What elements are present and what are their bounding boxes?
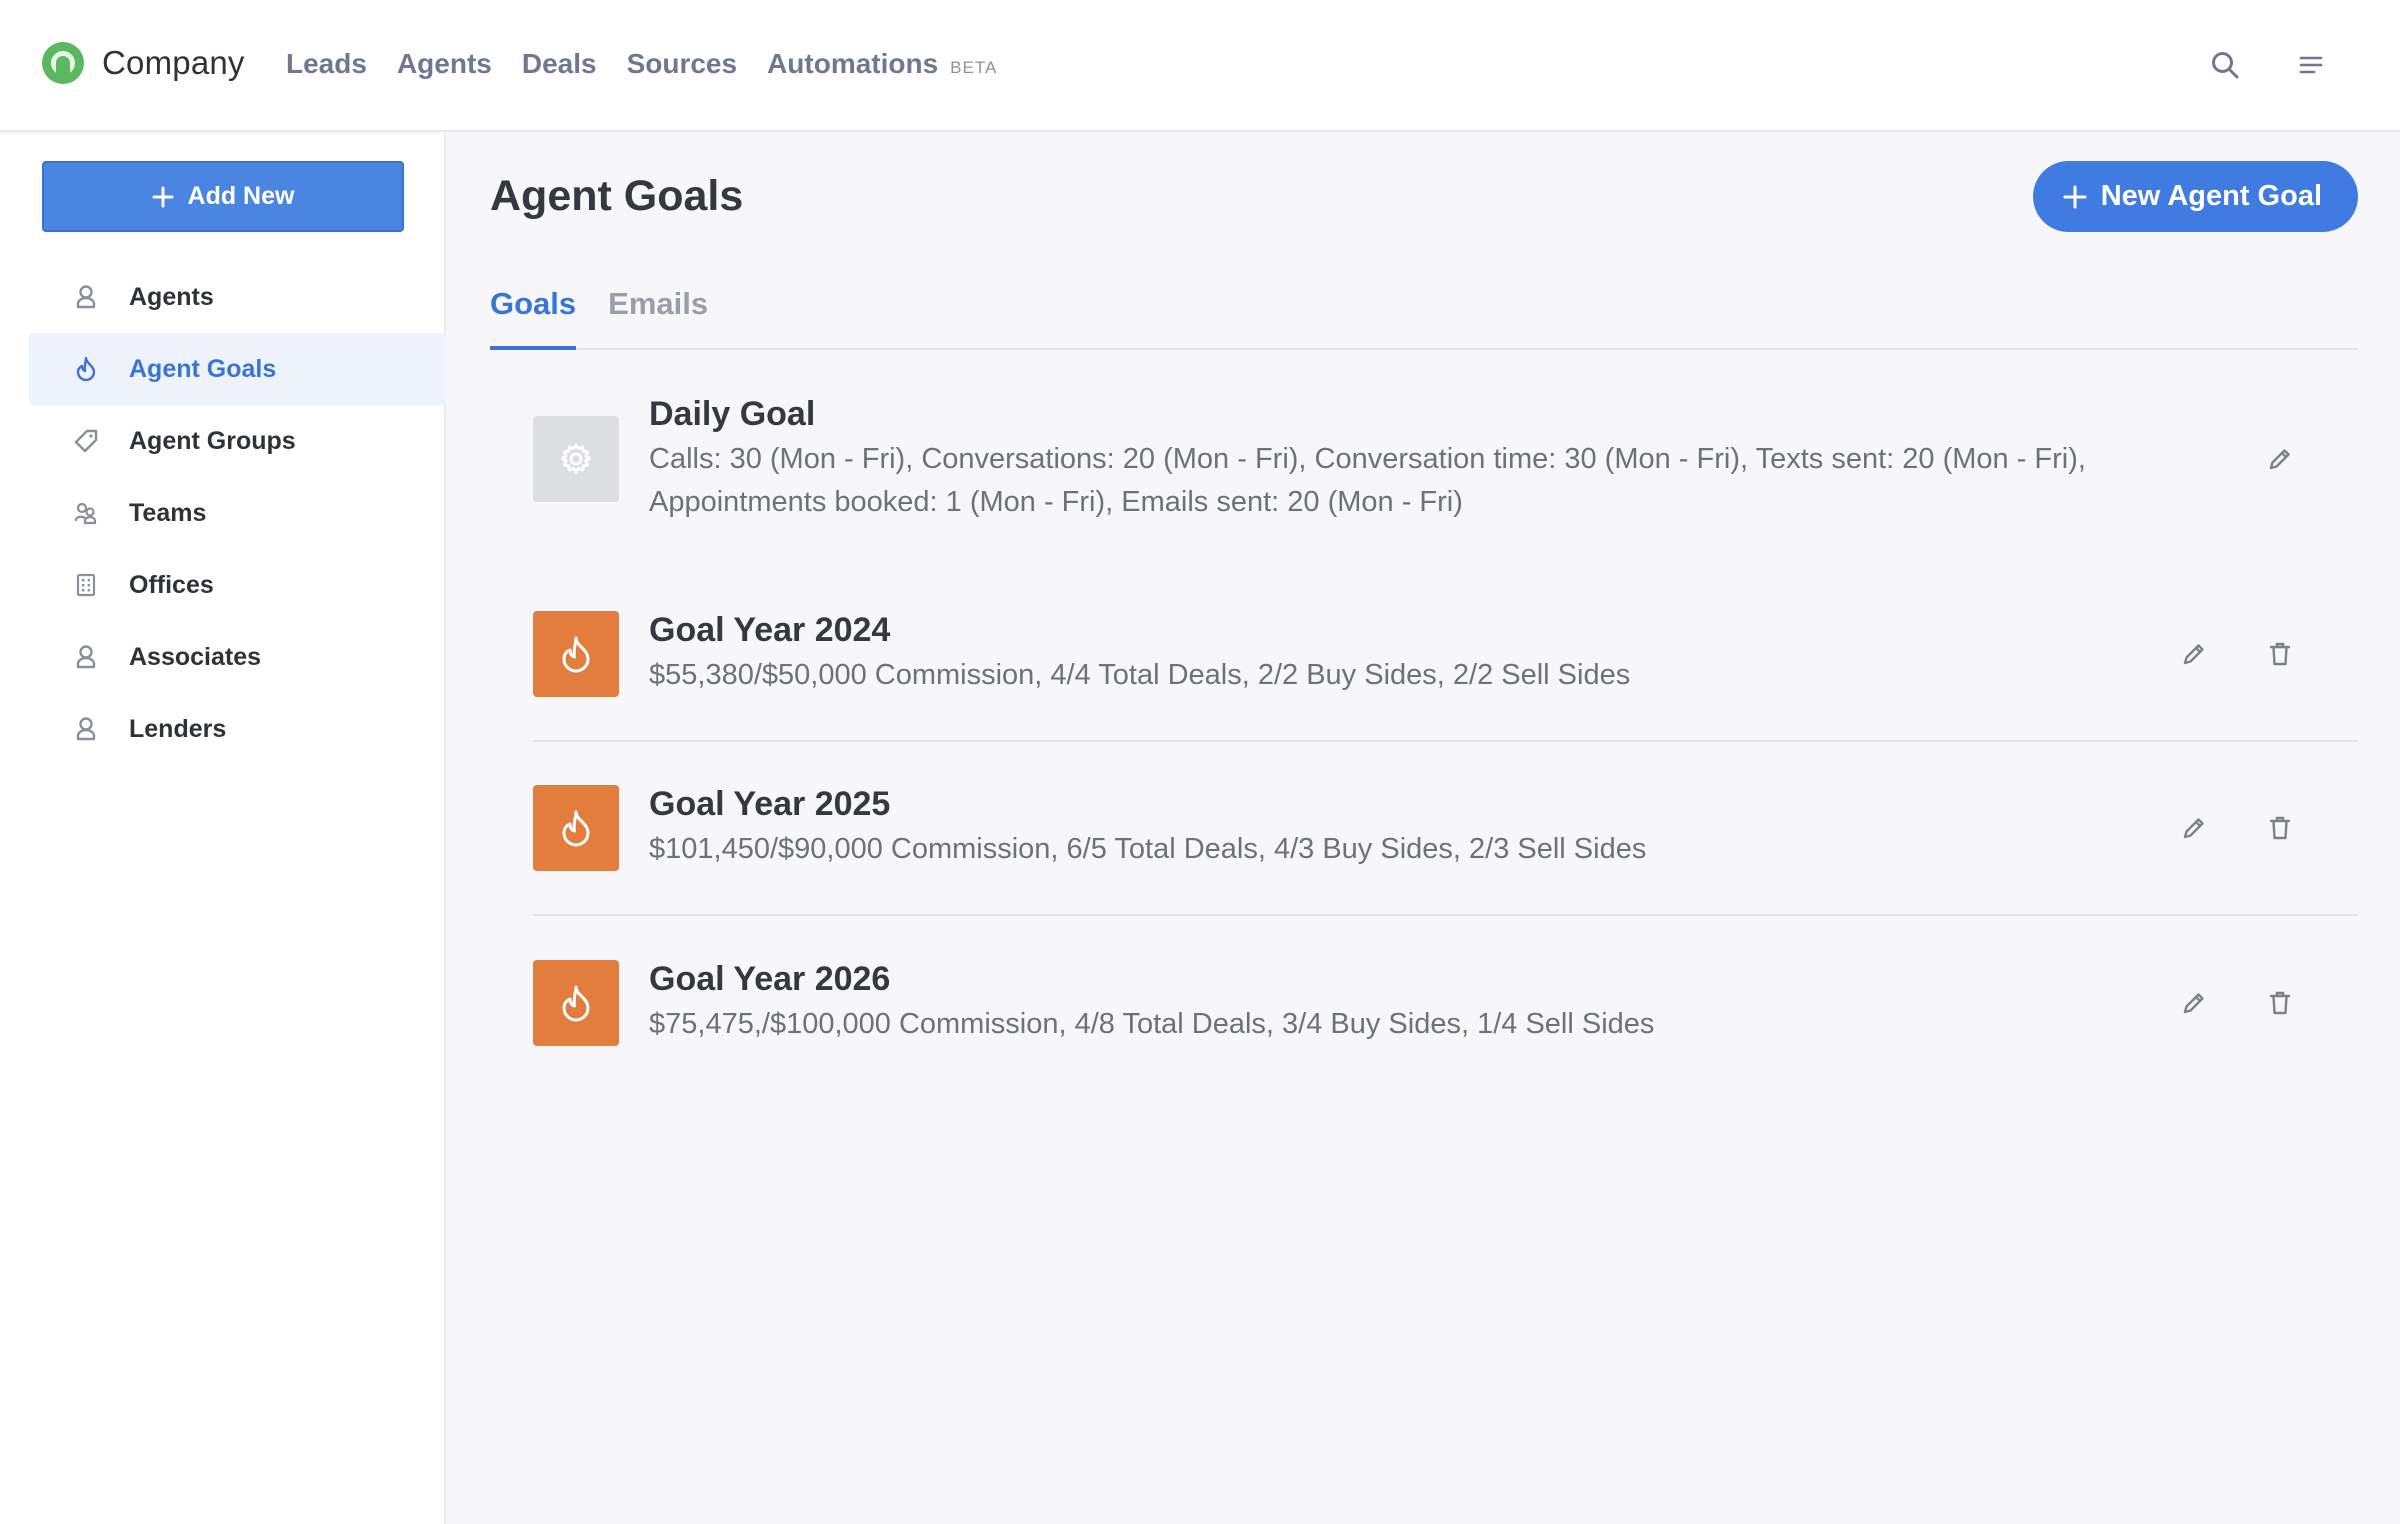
goal-text: Goal Year 2024 $55,380/$50,000 Commissio…: [649, 611, 2189, 697]
new-agent-goal-button[interactable]: New Agent Goal: [2032, 161, 2358, 232]
goal-text: Goal Year 2025 $101,450/$90,000 Commissi…: [649, 785, 2189, 871]
row-actions: [2178, 638, 2296, 670]
person-icon: [73, 644, 99, 670]
goal-title: Goal Year 2024: [649, 611, 891, 649]
goal-description: $101,450/$90,000 Commission, 6/5 Total D…: [649, 833, 1647, 865]
pencil-icon[interactable]: [2178, 638, 2210, 670]
top-icons: [2206, 46, 2330, 84]
person-icon: [73, 716, 99, 742]
menu-icon[interactable]: [2292, 46, 2330, 84]
top-bar: Company Leads Agents Deals Sources Autom…: [0, 0, 2400, 132]
sidebar-item-label: Agents: [129, 282, 214, 311]
goal-row-2026: Goal Year 2026 $75,475,/$100,000 Commiss…: [533, 916, 2358, 1090]
goal-text: Goal Year 2026 $75,475,/$100,000 Commiss…: [649, 960, 2189, 1046]
flame-icon: [73, 356, 99, 382]
flame-icon: [533, 785, 619, 871]
building-icon: [73, 572, 99, 598]
tab-emails[interactable]: Emails: [608, 284, 708, 350]
sidebar-item-agents[interactable]: Agents: [29, 261, 446, 333]
page-title: Agent Goals: [490, 172, 744, 220]
goal-text: Daily Goal Calls: 30 (Mon - Fri), Conver…: [649, 395, 2189, 524]
goal-title: Daily Goal: [649, 394, 816, 433]
goal-row-2024: Goal Year 2024 $55,380/$50,000 Commissio…: [533, 568, 2358, 742]
sidebar-item-label: Lenders: [129, 714, 227, 743]
nav-leads[interactable]: Leads: [286, 48, 367, 80]
beta-badge: BETA: [950, 58, 998, 77]
goal-title: Goal Year 2026: [649, 960, 891, 998]
trash-icon[interactable]: [2264, 987, 2296, 1019]
goal-description: Calls: 30 (Mon - Fri), Conversations: 20…: [649, 442, 2086, 518]
goal-description: $75,475,/$100,000 Commission, 4/8 Total …: [649, 1008, 1655, 1040]
sidebar-item-teams[interactable]: Teams: [29, 477, 446, 549]
add-new-label: Add New: [187, 182, 295, 210]
goal-title: Goal Year 2025: [649, 785, 891, 823]
flame-icon: [533, 960, 619, 1046]
goal-description: $55,380/$50,000 Commission, 4/4 Total De…: [649, 659, 1631, 691]
goal-row-daily: Daily Goal Calls: 30 (Mon - Fri), Conver…: [533, 350, 2358, 568]
sidebar-item-associates[interactable]: Associates: [29, 621, 446, 693]
sidebar-item-agent-groups[interactable]: Agent Groups: [29, 405, 446, 477]
person-icon: [73, 284, 99, 310]
brand[interactable]: Company: [42, 42, 245, 84]
sidebar-item-offices[interactable]: Offices: [29, 549, 446, 621]
nav-sources[interactable]: Sources: [627, 48, 738, 80]
row-actions: [2264, 443, 2296, 475]
main-content: Agent Goals New Agent Goal Goals Emails …: [448, 134, 2400, 1524]
sidebar-item-label: Agent Goals: [129, 354, 277, 383]
nav-deals[interactable]: Deals: [522, 48, 597, 80]
sidebar-item-agent-goals[interactable]: Agent Goals: [29, 333, 446, 405]
nav-automations[interactable]: Automations: [767, 48, 938, 80]
gear-icon: [533, 416, 619, 502]
nav-agents[interactable]: Agents: [397, 48, 492, 80]
brand-name: Company: [102, 44, 245, 81]
tag-icon: [73, 428, 99, 454]
add-new-button[interactable]: Add New: [42, 161, 404, 232]
tab-goals[interactable]: Goals: [490, 284, 577, 350]
search-icon[interactable]: [2206, 46, 2244, 84]
trash-icon[interactable]: [2264, 638, 2296, 670]
top-nav: Leads Agents Deals Sources Automations B…: [286, 48, 997, 80]
flame-icon: [533, 611, 619, 697]
pencil-icon[interactable]: [2264, 443, 2296, 475]
team-icon: [73, 500, 99, 526]
brand-logo-icon: [42, 42, 84, 84]
trash-icon[interactable]: [2264, 812, 2296, 844]
plus-icon: [2063, 185, 2087, 208]
tabs: Goals Emails: [490, 284, 2358, 350]
new-agent-goal-label: New Agent Goal: [2100, 180, 2322, 212]
pencil-icon[interactable]: [2178, 812, 2210, 844]
goal-row-2025: Goal Year 2025 $101,450/$90,000 Commissi…: [533, 742, 2358, 916]
sidebar-list: Agents Agent Goals Agent Groups Teams Of…: [29, 261, 446, 765]
plus-icon: [152, 186, 174, 207]
goal-list: Daily Goal Calls: 30 (Mon - Fri), Conver…: [533, 350, 2358, 1090]
sidebar-item-label: Offices: [129, 570, 214, 599]
sidebar-item-lenders[interactable]: Lenders: [29, 693, 446, 765]
sidebar-item-label: Associates: [129, 642, 262, 671]
sidebar: Add New Agents Agent Goals Agent Groups …: [0, 134, 446, 1524]
row-actions: [2178, 812, 2296, 844]
sidebar-item-label: Teams: [129, 498, 207, 527]
row-actions: [2178, 987, 2296, 1019]
pencil-icon[interactable]: [2178, 987, 2210, 1019]
sidebar-item-label: Agent Groups: [129, 426, 296, 455]
